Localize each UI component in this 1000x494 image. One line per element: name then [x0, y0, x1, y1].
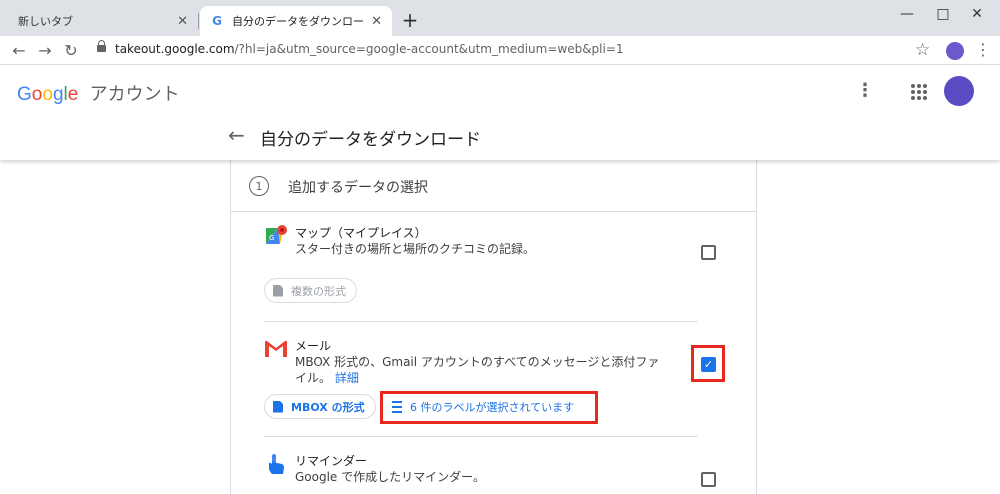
forward-nav-icon[interactable]: →	[34, 39, 56, 61]
apps-grid-icon[interactable]	[911, 84, 927, 100]
document-icon	[273, 284, 283, 297]
product-name: リマインダー	[295, 454, 368, 468]
google-account-logo[interactable]: Google アカウント	[17, 80, 180, 106]
url-host: takeout.google.com	[115, 42, 235, 56]
chip-label: 複数の形式	[291, 284, 346, 298]
product-name: メール	[295, 339, 332, 353]
details-link[interactable]: 詳細	[335, 371, 359, 385]
new-tab-plus-icon[interactable]: +	[398, 8, 422, 32]
reminders-hand-icon	[269, 454, 284, 474]
logo-letter: e	[67, 84, 79, 105]
address-bar[interactable]: takeout.google.com/?hl=ja&utm_source=goo…	[115, 42, 624, 56]
highlight-mail-checkbox	[691, 345, 725, 382]
document-icon	[273, 400, 283, 413]
logo-letter: o	[42, 84, 53, 105]
google-favicon-icon: G	[212, 14, 222, 28]
tab-title: 自分のデータをダウンロード	[232, 15, 366, 28]
divider	[264, 321, 698, 322]
product-description: MBOX 形式の、Gmail アカウントのすべてのメッセージと添付ファイル。 詳…	[295, 354, 669, 386]
bookmark-star-icon[interactable]: ☆	[915, 40, 930, 60]
product-reminders: リマインダー Google で作成したリマインダー。	[264, 452, 716, 494]
google-maps-icon: G	[266, 225, 287, 244]
tab-strip: 新しいタブ ✕ G 自分のデータをダウンロード ✕ + — □ ✕	[0, 0, 1000, 36]
svg-text:G: G	[269, 234, 274, 242]
tab-takeout[interactable]: G 自分のデータをダウンロード ✕	[200, 6, 392, 36]
step-label: 追加するデータの選択	[288, 180, 428, 196]
browser-menu-icon[interactable]: ⋮	[975, 40, 991, 59]
tab-new-tab[interactable]: 新しいタブ ✕	[8, 6, 198, 36]
logo-letter: g	[52, 84, 64, 105]
multiple-formats-button: 複数の形式	[264, 278, 357, 303]
data-selection-card: 1 追加するデータの選択 G マップ（マイプレイス） スター付きの場所と場所のク…	[230, 160, 757, 494]
logo-letter: G	[17, 84, 32, 105]
url-path: /?hl=ja&utm_source=google-account&utm_me…	[234, 42, 624, 56]
window-close-icon[interactable]: ✕	[954, 0, 1000, 28]
back-nav-icon[interactable]: ←	[8, 39, 30, 61]
highlight-labels-button	[380, 391, 598, 424]
product-description: Google で作成したリマインダー。	[295, 470, 486, 484]
step-header: 1 追加するデータの選択	[231, 160, 756, 212]
product-maps: G マップ（マイプレイス） スター付きの場所と場所のクチコミの記録。 複数の形式	[264, 224, 716, 324]
chip-label: MBOX の形式	[291, 400, 365, 414]
tab-title: 新しいタブ	[18, 15, 73, 28]
account-label: アカウント	[89, 84, 180, 104]
product-description: スター付きの場所と場所のクチコミの記録。	[295, 242, 536, 256]
page-header: Google アカウント ⋮ ← 自分のデータをダウンロード	[0, 65, 1000, 160]
logo-letter: o	[31, 84, 43, 105]
product-name: マップ（マイプレイス）	[295, 226, 427, 240]
reload-icon[interactable]: ↻	[60, 39, 82, 61]
step-number: 1	[249, 176, 269, 196]
close-icon[interactable]: ✕	[177, 14, 188, 29]
mbox-format-button[interactable]: MBOX の形式	[264, 394, 376, 419]
back-arrow-icon[interactable]: ←	[228, 123, 245, 147]
page-title: 自分のデータをダウンロード	[260, 130, 481, 150]
gmail-icon	[265, 341, 287, 357]
more-options-icon[interactable]: ⋮	[856, 80, 874, 101]
divider	[264, 436, 698, 437]
profile-avatar-small[interactable]	[946, 42, 964, 60]
avatar[interactable]	[944, 76, 974, 106]
close-icon[interactable]: ✕	[371, 14, 382, 29]
lock-icon[interactable]	[97, 40, 106, 54]
reminders-checkbox[interactable]	[701, 472, 716, 487]
maps-checkbox[interactable]	[701, 245, 716, 260]
tab-separator	[198, 13, 199, 29]
browser-toolbar: ← → ↻ takeout.google.com/?hl=ja&utm_sour…	[0, 36, 1000, 65]
